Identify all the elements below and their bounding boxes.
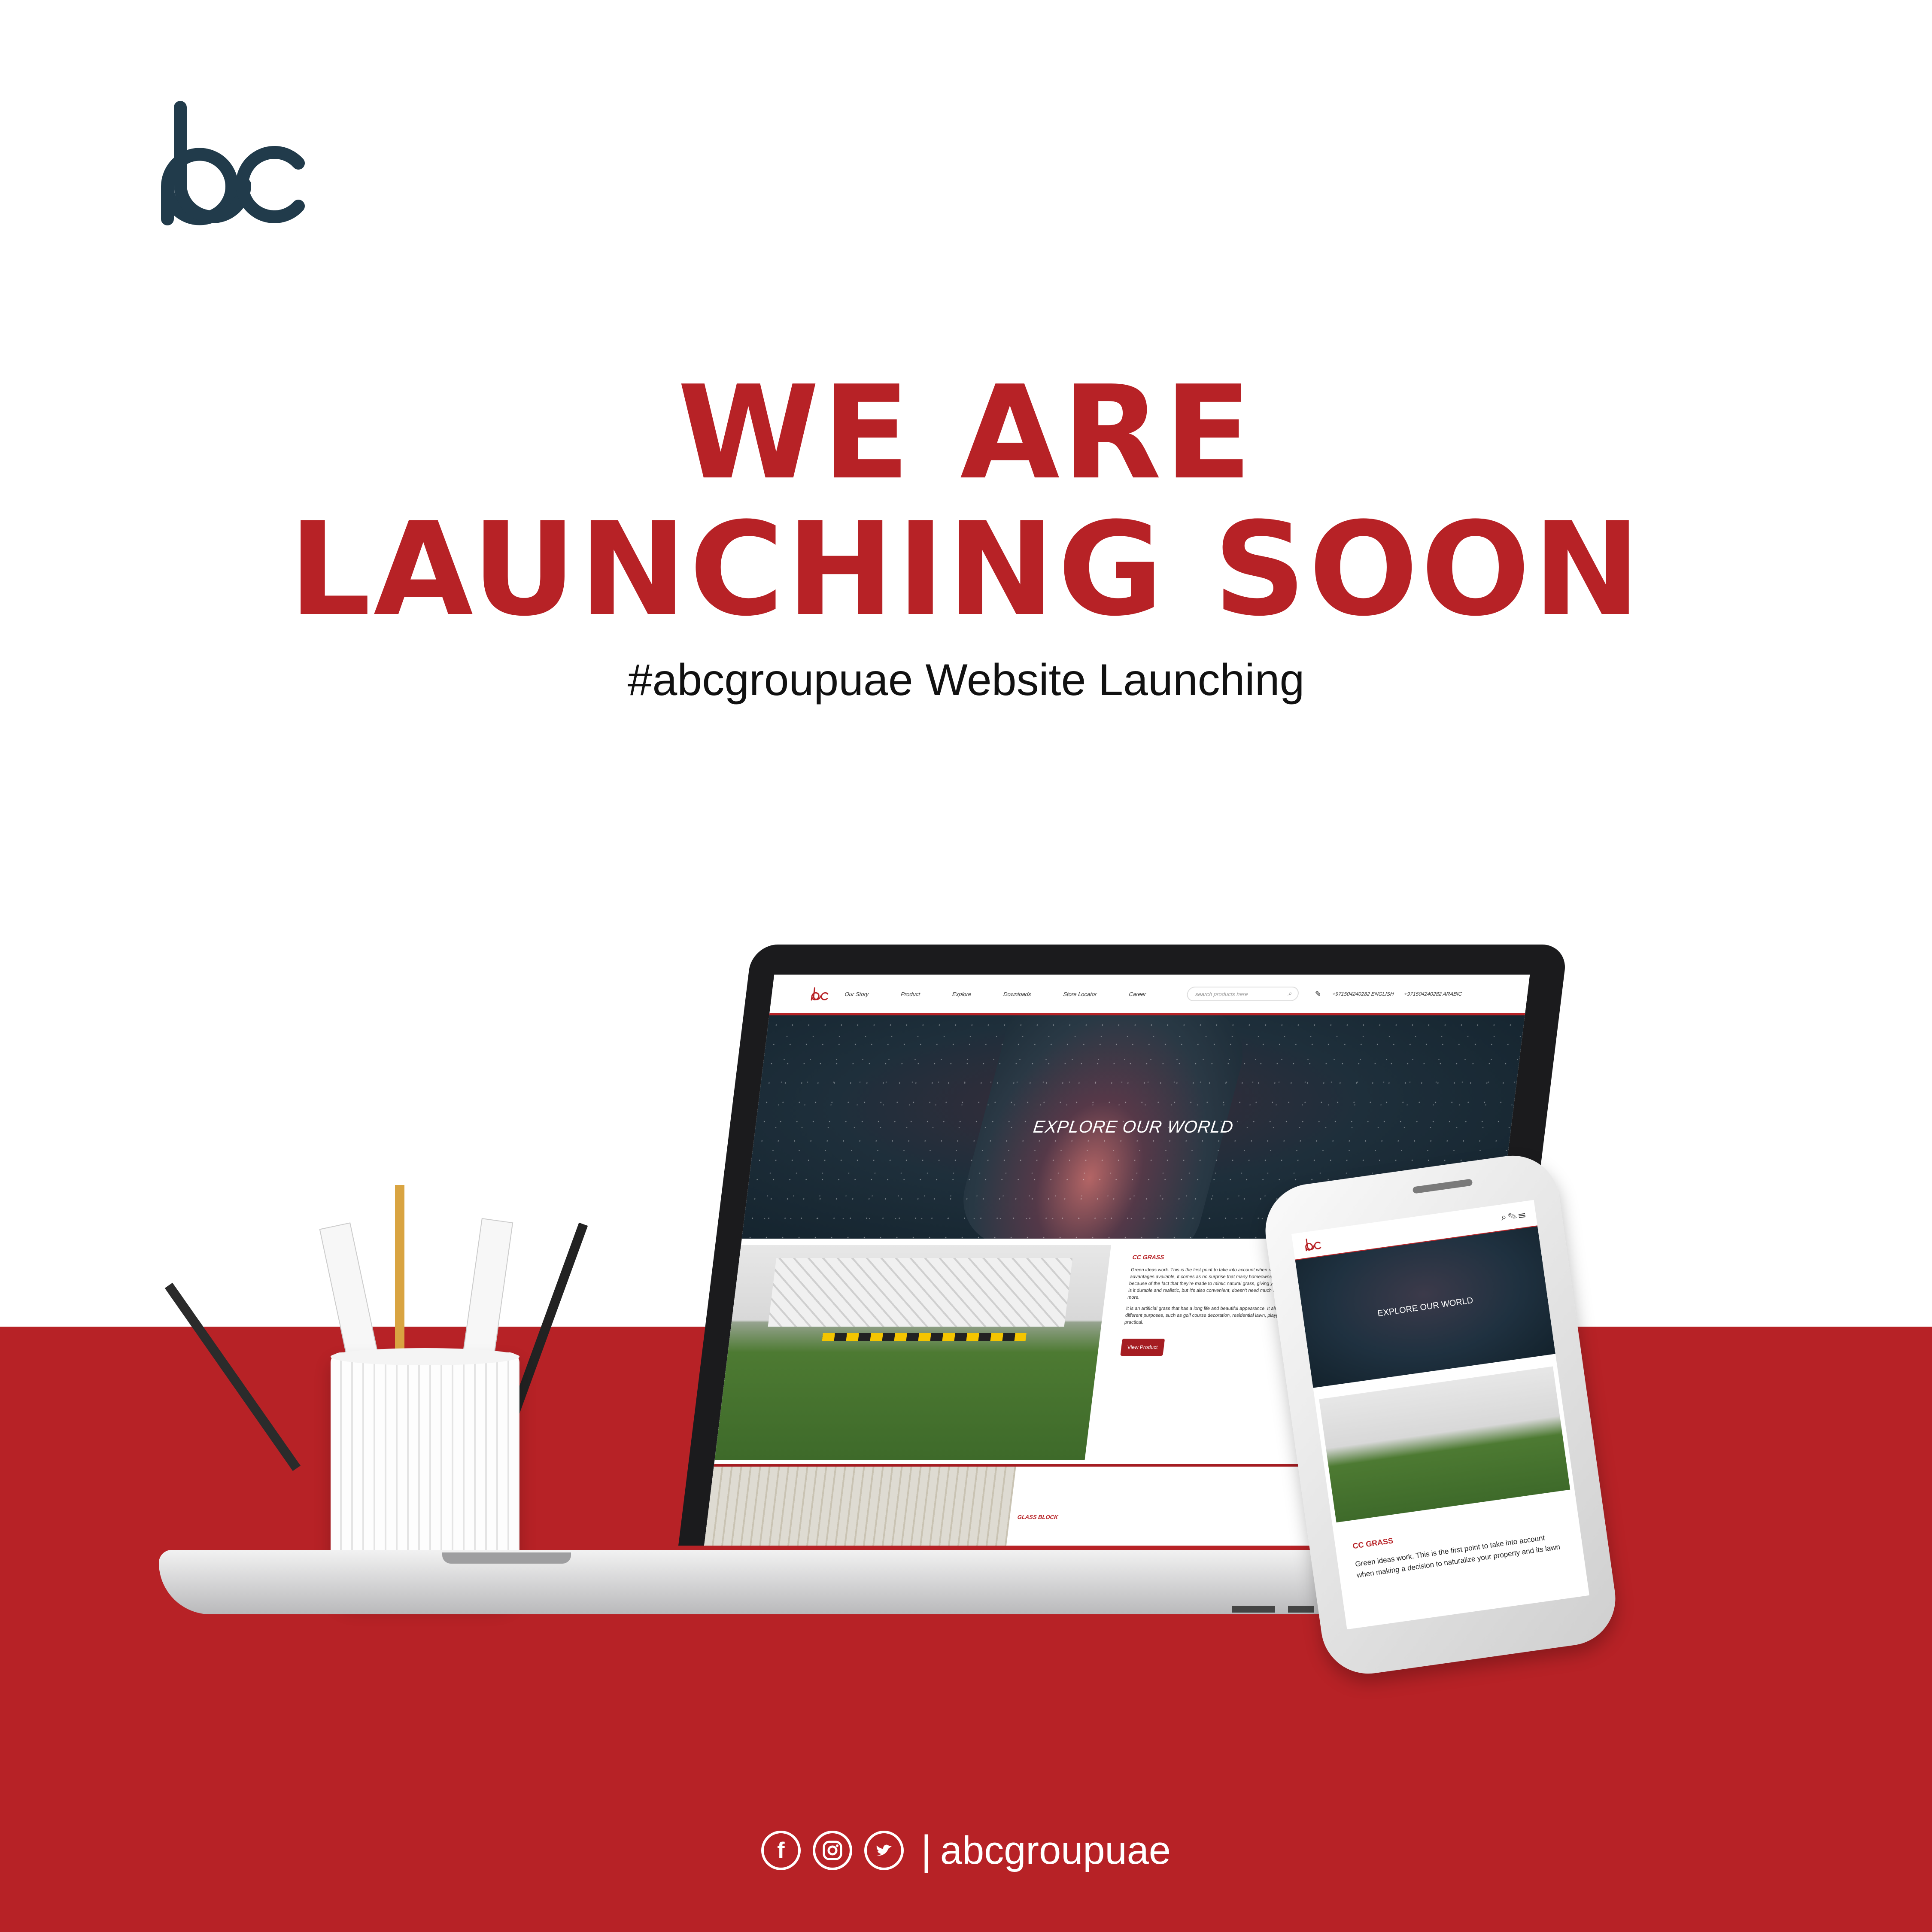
search-input[interactable]: search products here ⌕ [1186,987,1300,1001]
laptop-port [1288,1606,1314,1613]
nav-our-story[interactable]: Our Story [844,991,869,997]
nav-store-locator[interactable]: Store Locator [1063,991,1097,997]
nav-career[interactable]: Career [1129,991,1147,997]
view-product-button[interactable]: View Product [1120,1339,1165,1356]
twitter-icon[interactable] [864,1831,904,1870]
headline-line-2: LAUNCHING SOON [289,495,1643,644]
site-navbar: Our Story Product Explore Downloads Stor… [769,975,1530,1015]
building-facade [768,1258,1073,1327]
social-handle[interactable]: abcgroupuae [940,1828,1171,1873]
phone-product-title: CC GRASS [1352,1536,1394,1551]
search-icon[interactable]: ⌕ [1287,990,1292,998]
footer-separator: | [920,1827,932,1873]
pencil-cup-rim [331,1348,519,1365]
product-image-glass-block [704,1467,1016,1546]
phone-nav-icons[interactable]: ⌕✎☰ [1501,1208,1528,1223]
hero-text: EXPLORE OUR WORLD [1032,1117,1235,1136]
headline-line-1: WE ARE [677,358,1255,508]
phone-product-image [1319,1366,1571,1523]
nav-downloads[interactable]: Downloads [1003,991,1031,997]
laptop-port [1232,1606,1275,1613]
menu-icon[interactable]: ☰ [1518,1208,1528,1220]
product2-title: GLASS BLOCK [1017,1514,1059,1520]
instagram-icon[interactable] [812,1831,852,1870]
whatsapp-english[interactable]: +971504240282 ENGLISH [1332,991,1394,997]
whatsapp-arabic[interactable]: +971504240282 ARABIC [1404,991,1462,997]
laptop-trackpad-notch [442,1552,571,1564]
subtitle: #abcgroupuae Website Launching [627,655,1305,705]
edit-icon[interactable]: ✎ [1314,990,1322,999]
facebook-icon[interactable]: f [761,1831,801,1870]
laptop-base [159,1550,1404,1614]
headline: WE ARE LAUNCHING SOON [0,365,1932,638]
abc-logo [161,101,305,225]
phone-site-logo[interactable] [1298,1236,1326,1252]
barrier-stripes [822,1333,1027,1341]
nav-product[interactable]: Product [900,991,920,997]
footer-social: f | abcgroupuae [0,1820,1932,1880]
phone-hero-text: EXPLORE OUR WORLD [1377,1295,1474,1318]
nav-explore[interactable]: Explore [952,991,972,997]
search-placeholder: search products here [1195,990,1249,997]
site-logo[interactable] [805,987,833,1001]
product-image-cc-grass [714,1245,1112,1460]
